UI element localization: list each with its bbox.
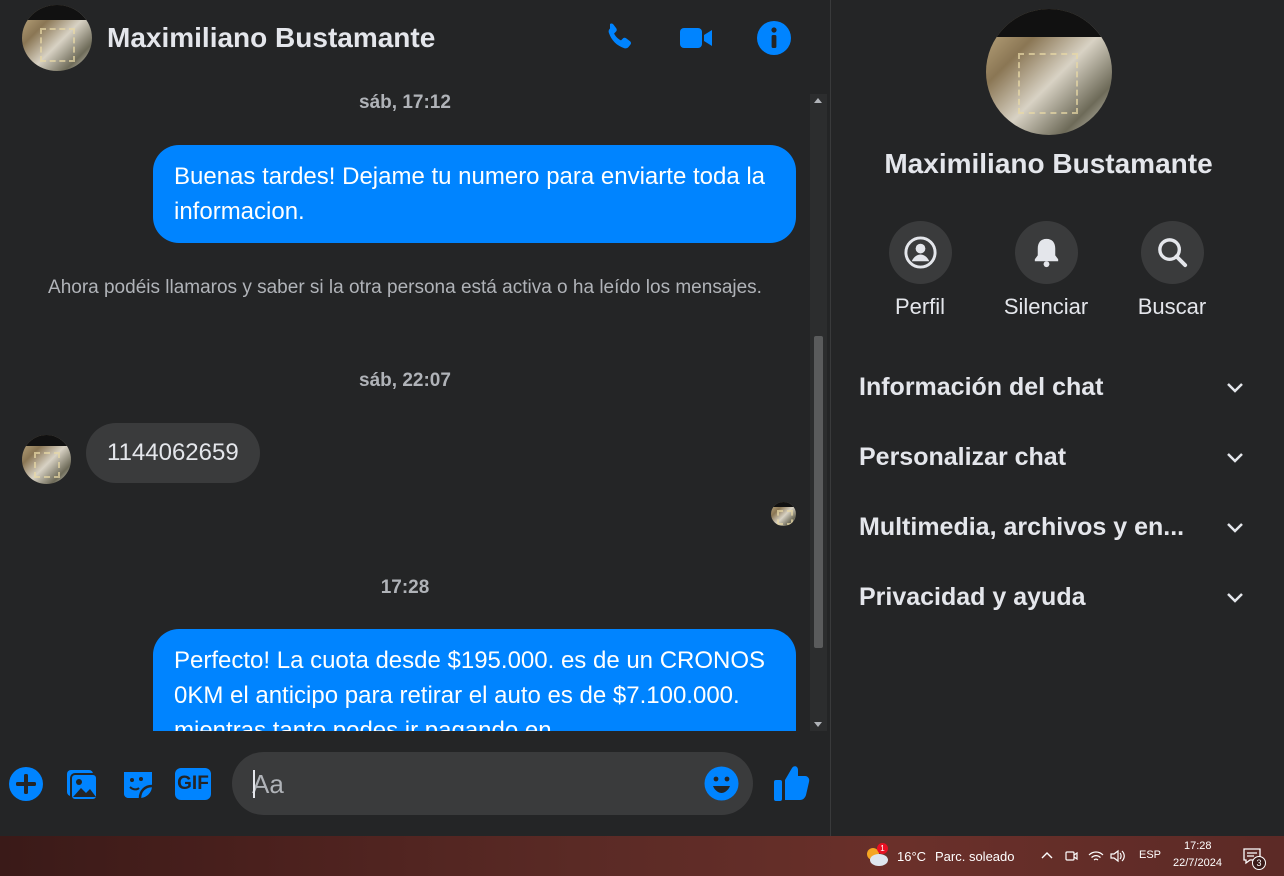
sidebar-contact-name: Maximiliano Bustamante: [884, 148, 1213, 179]
language-indicator[interactable]: ESP: [1139, 849, 1161, 861]
message-list[interactable]: sáb, 17:12 Buenas tardes! Dejame tu nume…: [0, 88, 810, 731]
scroll-up-arrow-icon[interactable]: [814, 98, 822, 103]
window-scrollbar[interactable]: [1266, 0, 1284, 836]
volume-icon[interactable]: [1110, 849, 1126, 863]
search-button[interactable]: Buscar: [1127, 221, 1217, 320]
contact-name[interactable]: Maximiliano Bustamante: [107, 22, 435, 54]
section-customize-chat[interactable]: Personalizar chat: [859, 443, 1244, 483]
message-input-container[interactable]: [232, 752, 753, 815]
chat-info-sidebar: Maximiliano Bustamante Perfil Silenciar: [831, 0, 1266, 836]
section-label: Personalizar chat: [859, 443, 1067, 471]
timestamp: sáb, 22:07: [359, 370, 451, 391]
plus-icon[interactable]: [7, 765, 45, 803]
section-privacy-help[interactable]: Privacidad y ayuda: [859, 583, 1244, 623]
timestamp: 17:28: [380, 577, 430, 598]
profile-button-circle[interactable]: [888, 221, 952, 284]
outgoing-message[interactable]: Buenas tardes! Dejame tu numero para env…: [153, 145, 796, 243]
search-icon: [1157, 238, 1187, 268]
mute-label: Silenciar: [1003, 294, 1089, 319]
info-icon[interactable]: [756, 20, 792, 56]
incoming-message[interactable]: 1144062659: [86, 423, 260, 483]
wifi-icon[interactable]: [1088, 849, 1104, 863]
photo-icon[interactable]: [63, 765, 101, 803]
clock-time[interactable]: 17:28: [1184, 840, 1212, 852]
mute-button-circle[interactable]: [1014, 221, 1078, 284]
mute-button[interactable]: Silenciar: [1001, 221, 1091, 320]
taskbar: 1 16°C Parc. soleado ESP 17:28 22/7/2024…: [0, 836, 1284, 876]
bell-icon: [1034, 238, 1058, 268]
profile-icon: [903, 236, 937, 269]
contact-avatar[interactable]: [22, 5, 92, 71]
emoji-icon[interactable]: [703, 765, 740, 802]
video-camera-icon[interactable]: [678, 20, 714, 56]
gif-icon[interactable]: GIF: [175, 768, 211, 800]
weather-widget[interactable]: 1 16°C Parc. soleado: [864, 843, 1024, 868]
timestamp: sáb, 17:12: [359, 92, 451, 113]
gif-label: GIF: [177, 773, 209, 794]
sender-avatar[interactable]: [22, 435, 71, 484]
system-notice: Ahora podéis llamaros y saber si la otra…: [48, 277, 762, 298]
section-media-files[interactable]: Multimedia, archivos y en...: [859, 513, 1244, 553]
search-button-circle[interactable]: [1140, 221, 1204, 284]
message-scrollbar[interactable]: [810, 94, 827, 731]
clock-date[interactable]: 22/7/2024: [1173, 857, 1222, 869]
outgoing-message[interactable]: Perfecto! La cuota desde $195.000. es de…: [153, 629, 796, 731]
profile-label: Perfil: [894, 294, 946, 319]
profile-avatar[interactable]: [986, 9, 1112, 135]
meet-now-icon[interactable]: [1064, 849, 1078, 863]
notifications-count: 3: [1252, 856, 1266, 870]
chevron-down-icon: [1227, 593, 1243, 603]
section-label: Información del chat: [859, 373, 1104, 401]
scrollbar-thumb[interactable]: [814, 336, 823, 648]
weather-temp: 16°C: [897, 849, 927, 864]
chevron-down-icon: [1227, 383, 1243, 393]
message-input[interactable]: [252, 766, 692, 802]
chevron-down-icon: [1227, 453, 1243, 463]
read-receipt-avatar: [771, 502, 796, 526]
profile-button[interactable]: Perfil: [875, 221, 965, 320]
phone-icon[interactable]: [601, 20, 637, 56]
weather-badge: 1: [877, 843, 888, 854]
chevron-down-icon: [1227, 523, 1243, 533]
search-label: Buscar: [1137, 294, 1207, 319]
section-chat-info[interactable]: Información del chat: [859, 373, 1244, 413]
like-icon[interactable]: [772, 763, 810, 803]
text-cursor: [253, 770, 255, 798]
scroll-down-arrow-icon[interactable]: [814, 722, 822, 727]
messenger-window: Maximiliano Bustamante sáb, 17:12 Buenas…: [0, 0, 1284, 836]
sticker-icon[interactable]: [119, 765, 157, 803]
section-label: Privacidad y ayuda: [859, 583, 1086, 611]
section-label: Multimedia, archivos y en...: [859, 513, 1185, 541]
chevron-up-icon[interactable]: [1041, 850, 1053, 862]
weather-desc: Parc. soleado: [935, 849, 1015, 864]
chat-panel: Maximiliano Bustamante sáb, 17:12 Buenas…: [0, 0, 830, 836]
